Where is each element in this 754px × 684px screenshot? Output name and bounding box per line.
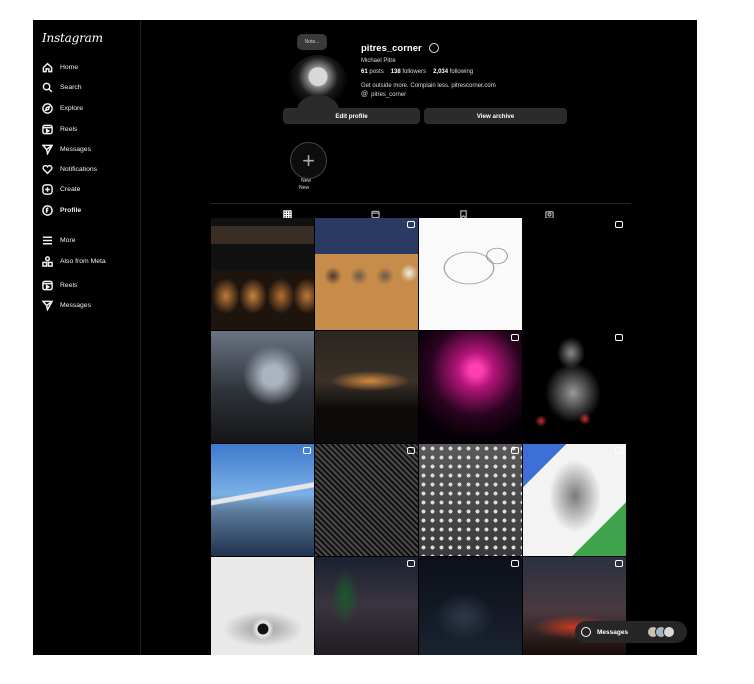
- tab-posts[interactable]: [283, 206, 293, 219]
- reel-badge-icon: [511, 447, 519, 454]
- sidebar-item-reels-secondary[interactable]: Reels: [41, 277, 77, 293]
- post-thumbnail[interactable]: [523, 218, 626, 330]
- sidebar-item-label: Profile: [60, 206, 82, 214]
- sidebar-item-more[interactable]: More: [41, 232, 76, 248]
- settings-icon[interactable]: [429, 43, 439, 53]
- compass-icon: [41, 102, 53, 114]
- post-thumbnail[interactable]: [315, 331, 418, 443]
- profile-stats: 61 posts 138 followers 2,034 following: [361, 69, 473, 75]
- reel-badge-icon: [615, 221, 623, 228]
- sidebar-item-label: More: [60, 236, 76, 244]
- post-thumbnail[interactable]: [211, 331, 314, 443]
- reel-badge-icon: [407, 560, 415, 567]
- carousel-badge-icon: [407, 221, 415, 228]
- post-thumbnail[interactable]: [523, 444, 626, 556]
- reel-badge-icon: [511, 560, 519, 567]
- app-window: Instagram Home Search Explore Reels Mess…: [33, 20, 697, 655]
- sidebar-item-also-from-meta[interactable]: Also from Meta: [41, 253, 106, 269]
- post-thumbnail[interactable]: [315, 444, 418, 556]
- profile-full-name: Michael Pitre: [361, 58, 396, 64]
- sidebar-item-create[interactable]: Create: [41, 181, 80, 197]
- sidebar-item-label: Messages: [60, 145, 91, 153]
- reels-icon: [41, 123, 53, 135]
- sidebar-item-label: Reels: [60, 125, 78, 133]
- sidebar-item-home[interactable]: Home: [41, 59, 78, 75]
- view-archive-button[interactable]: View archive: [424, 108, 567, 124]
- menu-icon: [41, 234, 53, 246]
- reel-badge-icon: [511, 334, 519, 341]
- post-thumbnail[interactable]: [419, 331, 522, 443]
- following-stat[interactable]: 2,034 following: [433, 69, 473, 75]
- sidebar-item-messages-secondary[interactable]: Messages: [41, 297, 91, 313]
- new-highlight-button[interactable]: +: [290, 142, 327, 179]
- post-thumbnail[interactable]: [315, 557, 418, 655]
- plus-icon: +: [302, 147, 315, 173]
- sidebar-item-profile[interactable]: Profile: [41, 202, 81, 218]
- post-thumbnail[interactable]: [211, 444, 314, 556]
- profile-bio: Get outside more. Complain less. pitresc…: [361, 83, 496, 89]
- profile-username: pitres_corner: [361, 43, 422, 54]
- reels-icon: [41, 279, 53, 291]
- plus-square-icon: [41, 183, 53, 195]
- sidebar-item-label: Messages: [60, 301, 91, 309]
- profile-tabs: [211, 203, 631, 220]
- messages-pill-label: Messages: [597, 628, 629, 636]
- send-icon: [41, 299, 53, 311]
- post-thumbnail[interactable]: [419, 218, 522, 330]
- threads-handle: pitres_corner: [371, 91, 407, 98]
- sidebar-item-label: Home: [60, 63, 79, 71]
- sidebar-item-label: Explore: [60, 104, 84, 112]
- sidebar-item-notifications[interactable]: Notifications: [41, 161, 97, 177]
- followers-stat[interactable]: 138 followers: [391, 69, 426, 75]
- post-thumbnail[interactable]: [523, 331, 626, 443]
- posts-grid: [211, 218, 628, 655]
- sidebar-item-messages[interactable]: Messages: [41, 141, 91, 157]
- sidebar-item-explore[interactable]: Explore: [41, 100, 83, 116]
- reel-badge-icon: [407, 447, 415, 454]
- note-bubble[interactable]: Note...: [297, 34, 327, 50]
- carousel-badge-icon: [615, 560, 623, 567]
- sidebar-item-label: Reels: [60, 281, 78, 289]
- messages-pill[interactable]: Messages: [575, 621, 687, 643]
- posts-stat: 61 posts: [361, 69, 384, 75]
- carousel-badge-icon: [303, 447, 311, 454]
- search-icon: [41, 81, 53, 93]
- threads-link[interactable]: @ pitres_corner: [361, 91, 406, 98]
- meta-apps-icon: [41, 255, 53, 267]
- sidebar-item-label: Create: [60, 185, 81, 193]
- tab-tagged[interactable]: [545, 206, 555, 219]
- tab-reels[interactable]: [371, 206, 381, 219]
- tab-saved[interactable]: [459, 206, 469, 220]
- threads-icon: @: [361, 91, 369, 98]
- sidebar-item-reels[interactable]: Reels: [41, 121, 77, 137]
- sidebar-item-label: Search: [60, 83, 82, 91]
- sidebar-item-label: Notifications: [60, 165, 98, 173]
- post-thumbnail[interactable]: [315, 218, 418, 330]
- new-highlight-label-secondary: New: [299, 185, 310, 191]
- avatar-icon: [41, 204, 53, 216]
- avatar: [663, 626, 675, 638]
- sidebar-item-search[interactable]: Search: [41, 79, 82, 95]
- sidebar-item-label: Also from Meta: [60, 257, 106, 265]
- send-icon: [41, 143, 53, 155]
- post-thumbnail[interactable]: [211, 557, 314, 655]
- edit-profile-button[interactable]: Edit profile: [283, 108, 420, 124]
- reel-badge-icon: [615, 334, 623, 341]
- post-thumbnail[interactable]: [419, 557, 522, 655]
- home-icon: [41, 61, 53, 73]
- post-thumbnail[interactable]: [211, 218, 314, 330]
- instagram-logo[interactable]: Instagram: [42, 31, 103, 45]
- post-thumbnail[interactable]: [419, 444, 522, 556]
- messenger-icon: [581, 627, 591, 637]
- carousel-badge-icon: [615, 447, 623, 454]
- new-highlight-label: New: [301, 178, 312, 184]
- heart-icon: [41, 163, 53, 175]
- sidebar: Instagram Home Search Explore Reels Mess…: [33, 20, 141, 655]
